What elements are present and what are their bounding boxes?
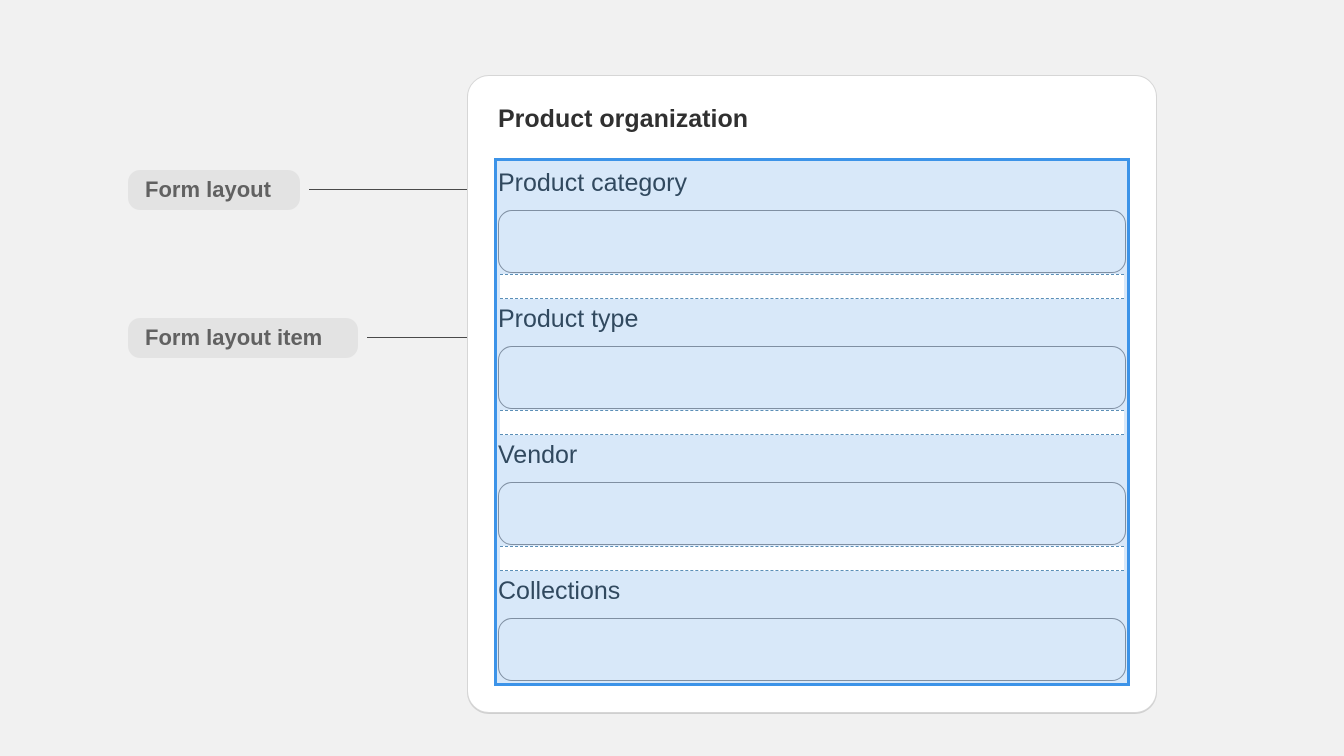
- product-type-input[interactable]: [498, 346, 1126, 409]
- vendor-input[interactable]: [498, 482, 1126, 545]
- form-layout-callout: Form layout: [128, 170, 300, 210]
- product-category-input[interactable]: [498, 210, 1126, 273]
- product-type-label: Product type: [498, 305, 639, 333]
- form-layout-gap: [500, 274, 1124, 299]
- form-layout-highlight: Product category Product type Vendor Col…: [494, 158, 1130, 686]
- collections-input[interactable]: [498, 618, 1126, 681]
- collections-label: Collections: [498, 577, 621, 605]
- vendor-label: Vendor: [498, 441, 578, 469]
- card-title: Product organization: [498, 105, 748, 133]
- form-layout-gap: [500, 546, 1124, 571]
- form-layout-gap: [500, 410, 1124, 435]
- form-layout-item-callout: Form layout item: [128, 318, 358, 358]
- product-category-label: Product category: [498, 169, 687, 197]
